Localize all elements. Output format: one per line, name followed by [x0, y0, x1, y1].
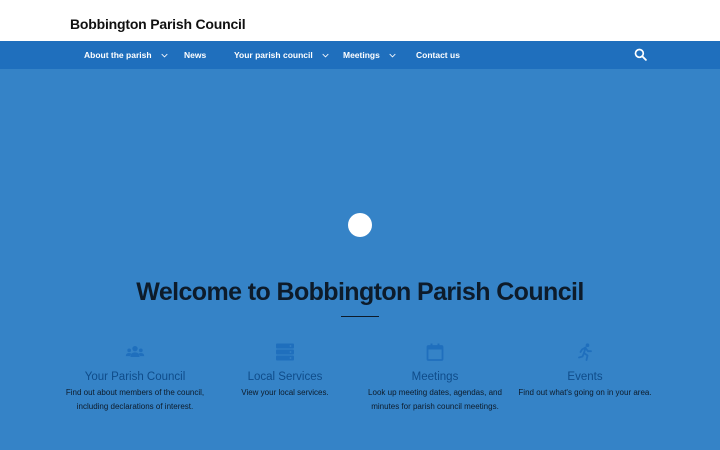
card-title[interactable]: Meetings [360, 370, 510, 384]
server-icon [276, 343, 294, 361]
chevron-down-icon [160, 53, 168, 57]
nav-item-label: Your parish council [234, 50, 313, 60]
card-local-services: Local Services View your local services. [210, 343, 360, 400]
slider-dot[interactable] [348, 213, 372, 237]
card-description: View your local services. [241, 388, 329, 397]
card-description: Look up meeting dates, agendas, and minu… [368, 388, 502, 411]
chevron-down-icon [389, 53, 396, 57]
card-description: Find out what's going on in your area. [518, 388, 652, 397]
nav-item-label: News [184, 50, 207, 60]
card-title[interactable]: Events [510, 370, 660, 384]
card-description: Find out about members of the council, i… [65, 388, 205, 411]
card-title[interactable]: Your Parish Council [60, 370, 210, 384]
running-icon [578, 343, 592, 361]
nav-item-meetings[interactable]: Meetings [343, 41, 396, 69]
nav-item-your-parish-council[interactable]: Your parish council [234, 41, 329, 69]
nav-item-contact-us[interactable]: Contact us [416, 41, 460, 69]
card-meetings: Meetings Look up meeting dates, agendas,… [360, 343, 510, 413]
users-icon [125, 346, 145, 357]
card-events: Events Find out what's going on in your … [510, 343, 660, 400]
nav-item-about-the-parish[interactable]: About the parish [84, 41, 168, 69]
card-title[interactable]: Local Services [210, 370, 360, 384]
site-title[interactable]: Bobbington Parish Council [70, 16, 246, 32]
chevron-down-icon [322, 53, 329, 57]
calendar-icon [426, 343, 444, 361]
page-heading: Welcome to Bobbington Parish Council [136, 278, 584, 306]
nav-item-label: Contact us [416, 50, 460, 60]
nav-item-news[interactable]: News [184, 41, 206, 69]
heading-divider [341, 316, 379, 317]
nav-item-label: About the parish [84, 50, 152, 60]
search-icon[interactable] [634, 48, 647, 61]
main-nav: About the parish News Your parish counci… [0, 41, 720, 69]
site-header: Bobbington Parish Council [0, 0, 720, 41]
card-your-parish-council: Your Parish Council Find out about membe… [60, 343, 210, 413]
nav-item-label: Meetings [343, 50, 380, 60]
